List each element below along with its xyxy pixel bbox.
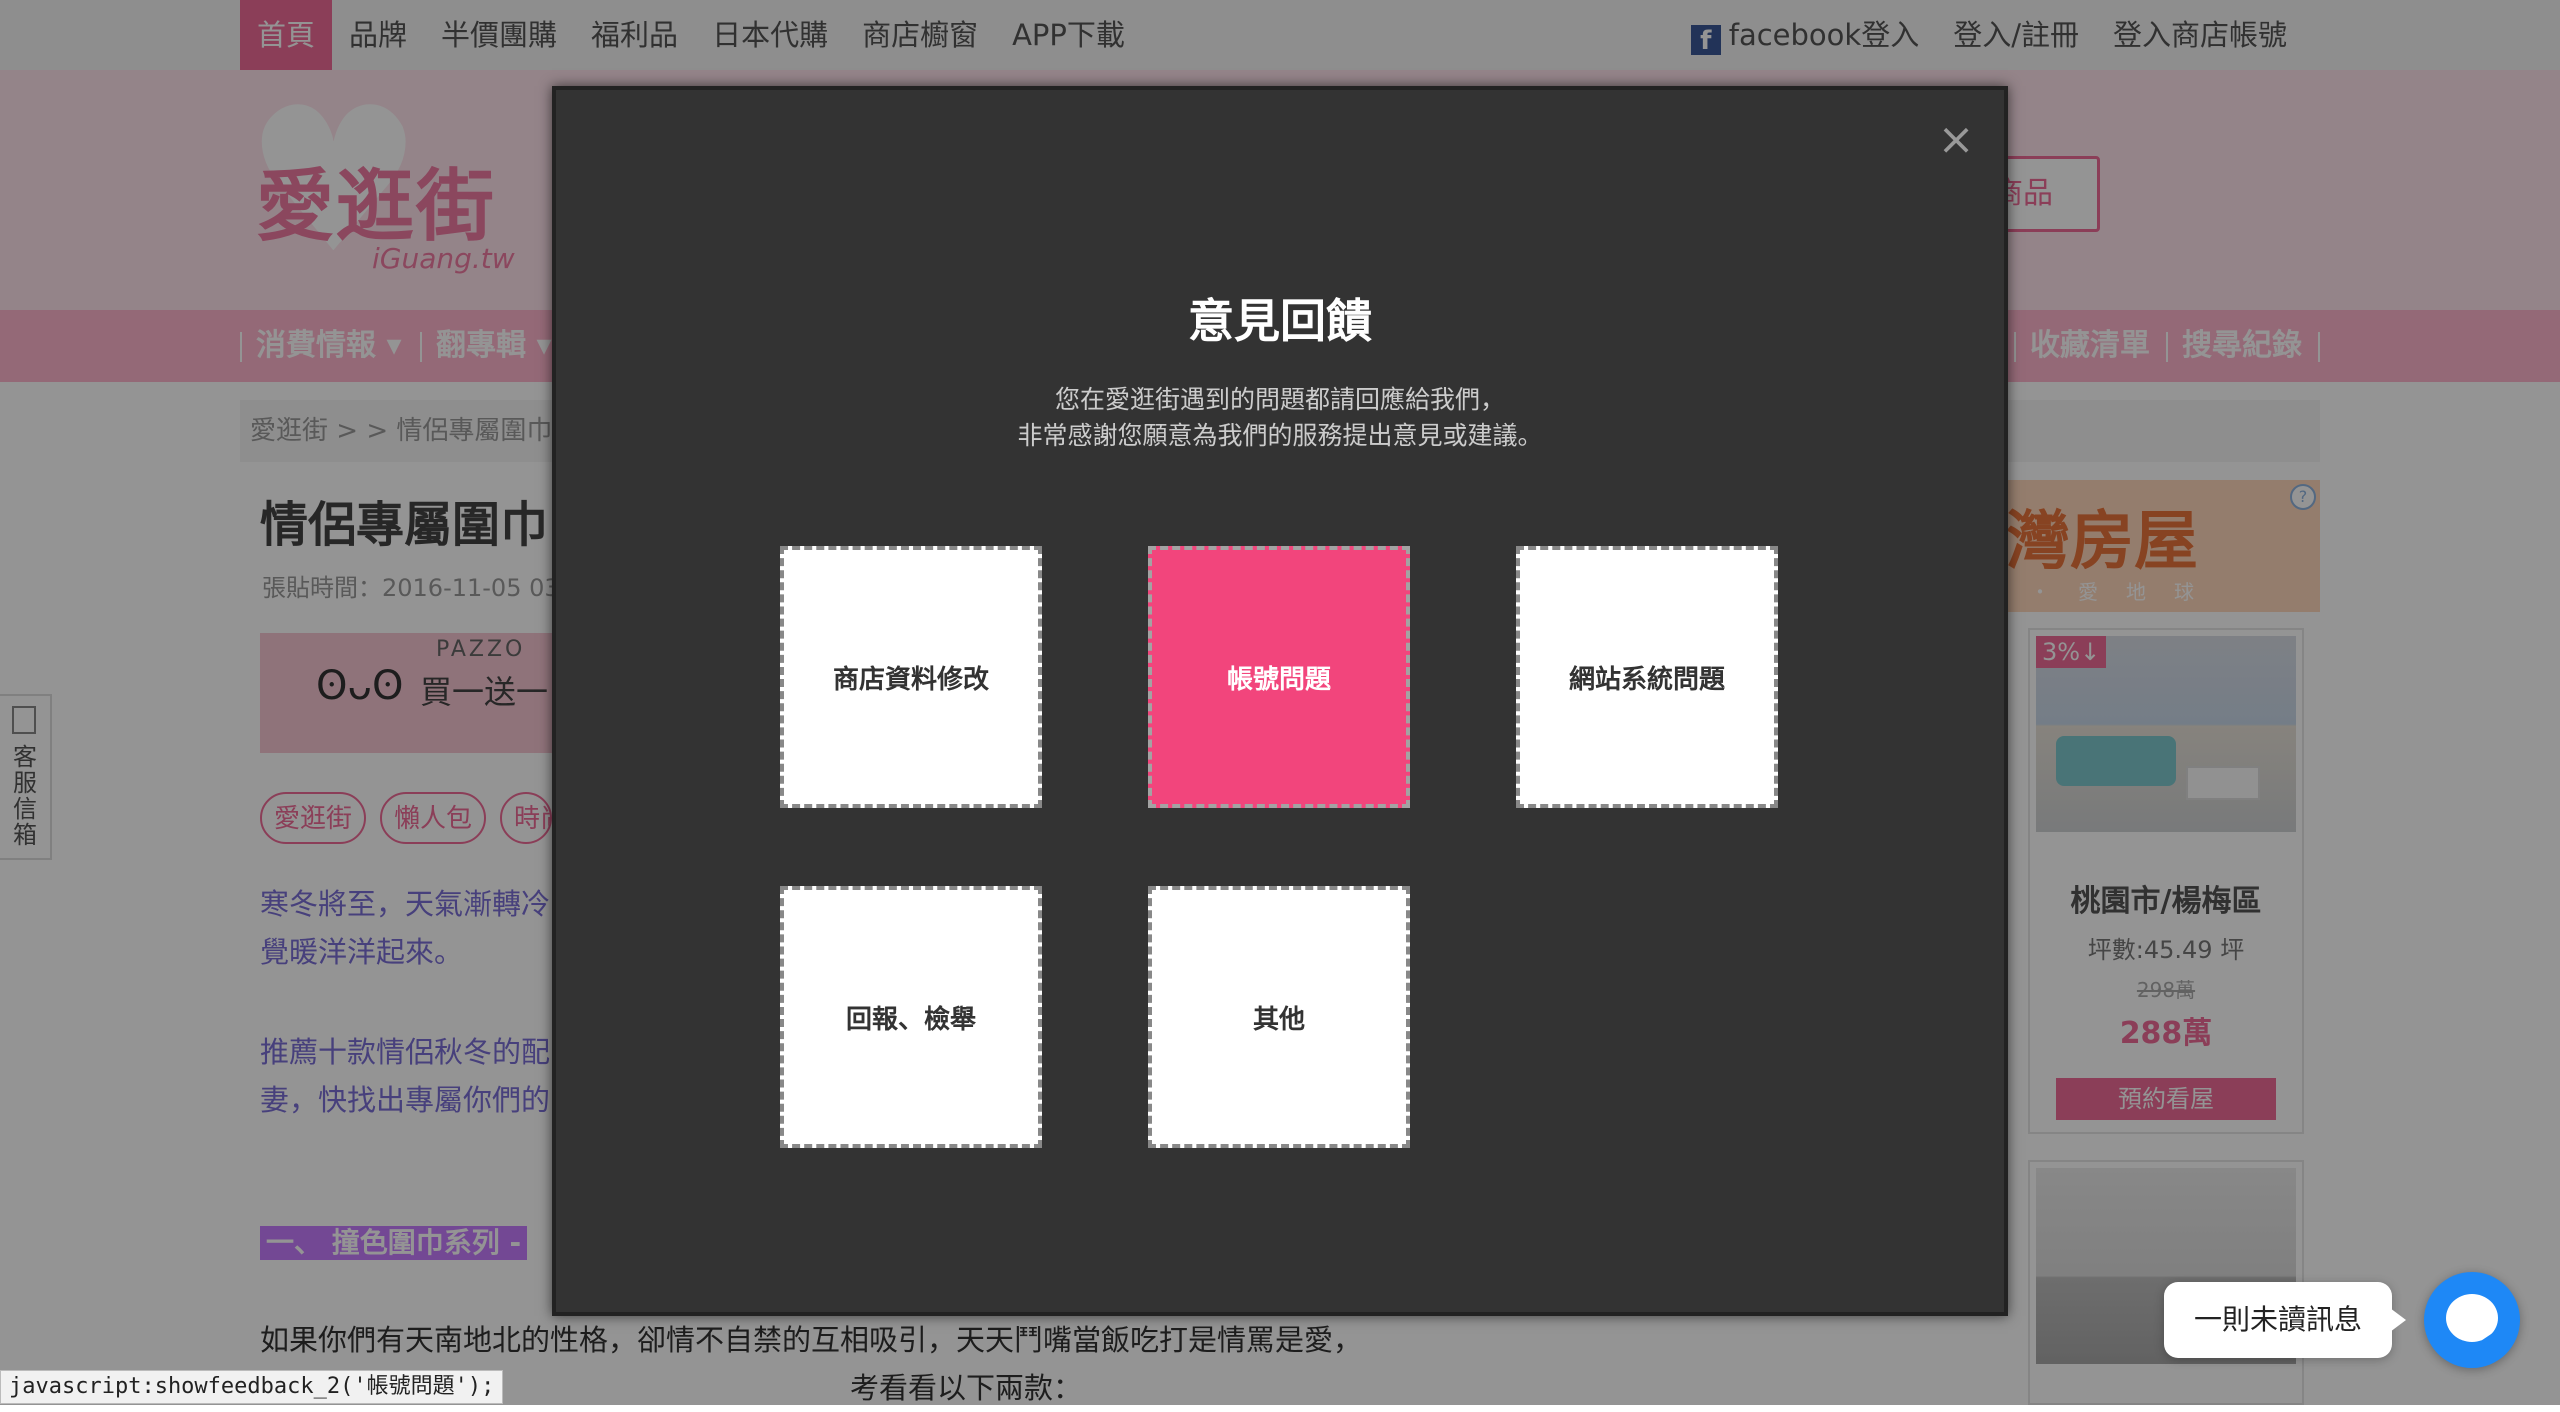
option-site-system-issue[interactable]: 網站系統問題	[1516, 546, 1778, 808]
option-shop-info-edit[interactable]: 商店資料修改	[780, 546, 1042, 808]
messenger-button[interactable]: ⚡	[2424, 1272, 2520, 1368]
modal-description-line: 非常感謝您願意為我們的服務提出意見或建議。	[1017, 421, 1543, 450]
modal-description: 您在愛逛街遇到的問題都請回應給我們， 非常感謝您願意為我們的服務提出意見或建議。	[556, 382, 2004, 454]
messenger-icon: ⚡	[2446, 1294, 2498, 1354]
unread-message-bubble[interactable]: 一則未讀訊息	[2164, 1282, 2406, 1358]
option-other[interactable]: 其他	[1148, 886, 1410, 1148]
modal-title: 意見回饋	[1188, 294, 1372, 348]
option-report[interactable]: 回報、檢舉	[780, 886, 1042, 1148]
modal-description-line: 您在愛逛街遇到的問題都請回應給我們，	[1054, 385, 1505, 414]
close-icon[interactable]: ×	[1936, 118, 1976, 162]
option-account-issue[interactable]: 帳號問題	[1148, 546, 1410, 808]
browser-status-bar: javascript:showfeedback_2('帳號問題');	[0, 1370, 504, 1404]
feedback-modal: × 意見回饋 您在愛逛街遇到的問題都請回應給我們， 非常感謝您願意為我們的服務提…	[552, 86, 2008, 1316]
